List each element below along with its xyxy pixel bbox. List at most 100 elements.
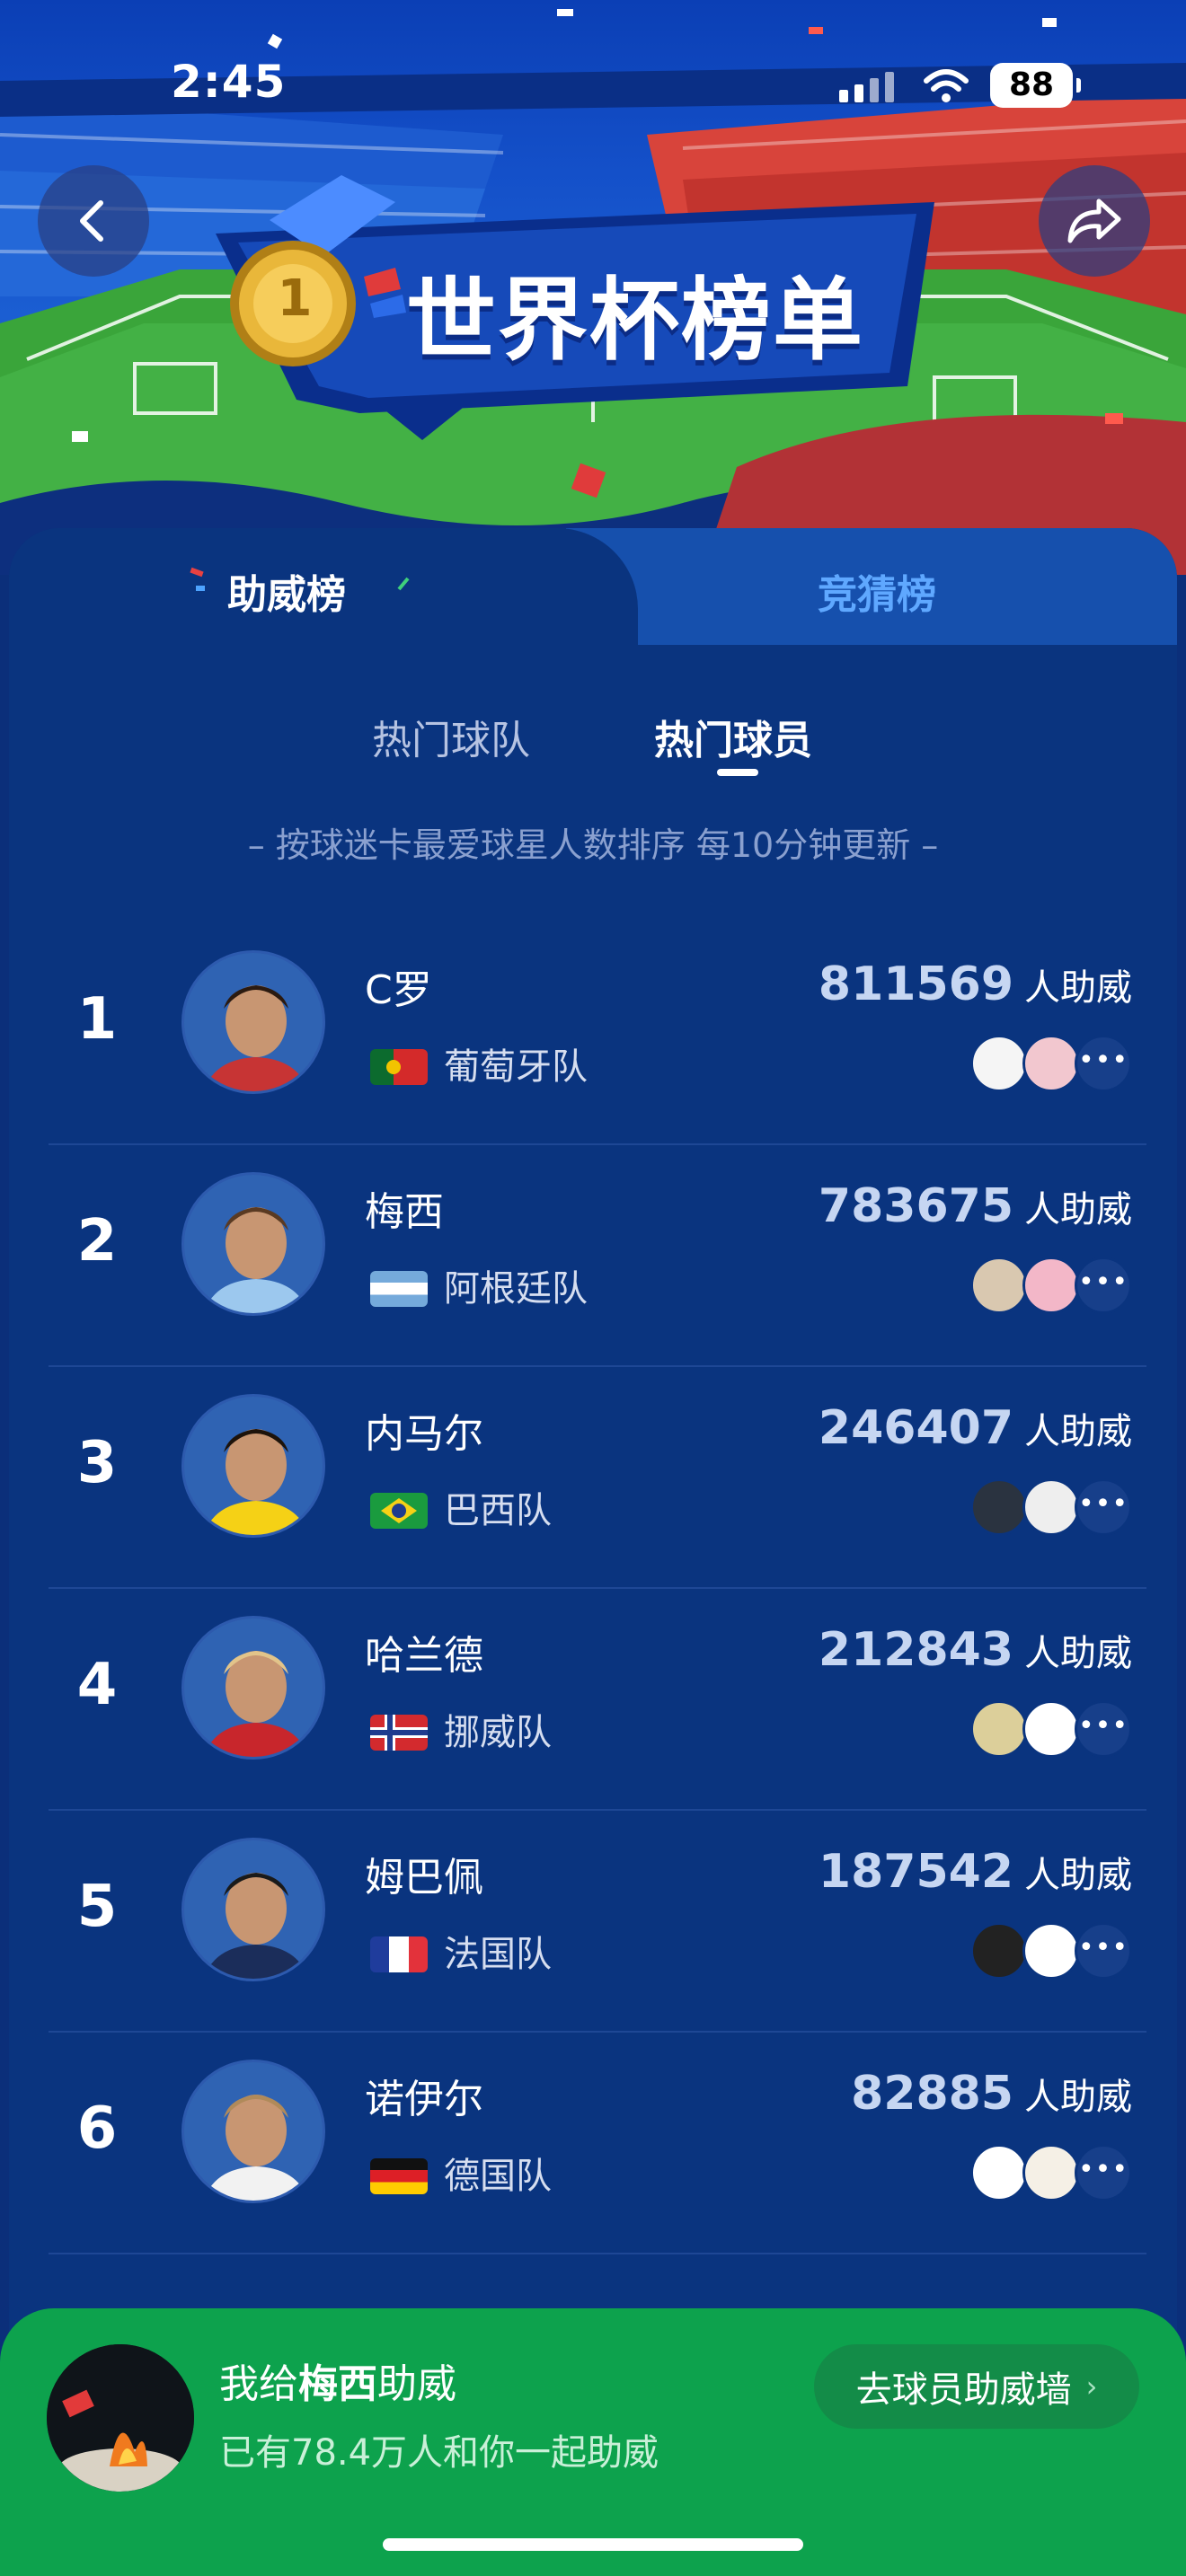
- team-flag-icon: [370, 2158, 428, 2194]
- cheer-prefix: 我给: [219, 2361, 298, 2407]
- fan-avatar: [970, 1700, 1028, 1758]
- rank-number: 3: [76, 1430, 118, 1496]
- player-name: 姆巴佩: [365, 1855, 483, 1901]
- team-name: 挪威队: [444, 1712, 552, 1753]
- status-bar: 2:45 88: [0, 0, 1186, 162]
- cheer-suffix: 助威: [377, 2361, 456, 2407]
- vote-count: 212843 人助威: [819, 1623, 1132, 1677]
- player-avatar: [181, 950, 325, 1094]
- tab-accent-icon: [190, 567, 205, 591]
- rank-number: 1: [76, 986, 118, 1053]
- player-avatar: [181, 1616, 325, 1760]
- team-name: 阿根廷队: [444, 1268, 588, 1310]
- fan-avatar: [1022, 1922, 1080, 1980]
- team-flag-icon: [370, 1049, 428, 1085]
- vote-number: 783675: [818, 1179, 1013, 1233]
- fan-avatar: [1022, 1257, 1080, 1314]
- rank-number: 5: [76, 1874, 118, 1940]
- player-avatar: [181, 1838, 325, 1981]
- tab-accent-icon: [397, 577, 410, 591]
- status-time: 2:45: [171, 56, 287, 108]
- fan-avatar: [1022, 1478, 1080, 1536]
- fan-avatar: [1022, 1035, 1080, 1092]
- cheer-bar[interactable]: 我给梅西助威 已有78.4万人和你一起助威 去球员助威墙 ›: [0, 2308, 1186, 2576]
- supporter-avatars[interactable]: •••: [970, 1922, 1132, 1980]
- vote-count: 783675 人助威: [819, 1179, 1132, 1233]
- player-row[interactable]: 2 梅西 阿根廷队 783675 人助威 •••: [49, 1145, 1146, 1367]
- vote-number: 187542: [818, 1845, 1013, 1899]
- subtab-teams[interactable]: 热门球队: [372, 708, 530, 765]
- cheer-text: 我给梅西助威: [219, 2351, 456, 2409]
- player-avatar: [181, 1394, 325, 1538]
- cheer-count: 已有78.4万人和你一起助威: [219, 2432, 659, 2474]
- supporter-avatars[interactable]: •••: [970, 1700, 1132, 1758]
- team-name: 法国队: [444, 1934, 552, 1975]
- team-flag-icon: [370, 1936, 428, 1972]
- fan-avatar: [970, 1478, 1028, 1536]
- team-flag-icon: [370, 1493, 428, 1529]
- player-row[interactable]: 3 内马尔 巴西队 246407 人助威 •••: [49, 1367, 1146, 1589]
- team-flag-icon: [370, 1271, 428, 1307]
- supporter-avatars[interactable]: •••: [970, 1035, 1132, 1092]
- more-icon[interactable]: •••: [1075, 1257, 1132, 1314]
- team-name: 德国队: [444, 2156, 552, 2197]
- fan-avatar: [1022, 2144, 1080, 2201]
- supporter-avatars[interactable]: •••: [970, 2144, 1132, 2201]
- medal-number: 1: [277, 269, 313, 328]
- wifi-icon: [924, 69, 969, 102]
- team-name: 葡萄牙队: [444, 1046, 588, 1088]
- more-icon[interactable]: •••: [1075, 1922, 1132, 1980]
- back-button[interactable]: [38, 165, 149, 277]
- more-icon[interactable]: •••: [1075, 1700, 1132, 1758]
- player-row[interactable]: 4 哈兰德 挪威队 212843 人助威 •••: [49, 1589, 1146, 1811]
- page-title: 世界杯榜单: [406, 268, 864, 373]
- my-avatar: [47, 2344, 194, 2492]
- more-icon[interactable]: •••: [1075, 2144, 1132, 2201]
- fan-avatar: [970, 1922, 1028, 1980]
- battery-indicator: 88: [990, 63, 1081, 108]
- vote-suffix: 人助威: [1024, 1411, 1132, 1452]
- tab-cheer[interactable]: 助威榜: [227, 562, 346, 620]
- cheer-wall-button[interactable]: 去球员助威墙 ›: [814, 2344, 1139, 2429]
- more-icon[interactable]: •••: [1075, 1478, 1132, 1536]
- vote-count: 187542 人助威: [819, 1845, 1132, 1899]
- vote-count: 246407 人助威: [819, 1401, 1132, 1455]
- signal-icon: [839, 72, 894, 102]
- player-row[interactable]: 6 诺伊尔 德国队 82885 人助威 •••: [49, 2033, 1146, 2254]
- rank-number: 6: [76, 2095, 118, 2162]
- cheer-wall-label: 去球员助威墙: [855, 2369, 1072, 2411]
- vote-suffix: 人助威: [1024, 2077, 1132, 2118]
- vote-suffix: 人助威: [1024, 967, 1132, 1009]
- tab-guess[interactable]: 竞猜榜: [818, 562, 936, 620]
- cheer-player: 梅西: [298, 2361, 377, 2407]
- player-list: 1 C罗 葡萄牙队 811569 人助威 ••• 2 梅西 阿根廷队 78367…: [49, 923, 1146, 2254]
- home-indicator[interactable]: [383, 2538, 803, 2551]
- supporter-avatars[interactable]: •••: [970, 1257, 1132, 1314]
- vote-number: 811569: [818, 957, 1013, 1011]
- player-name: 梅西: [365, 1189, 444, 1235]
- more-icon[interactable]: •••: [1075, 1035, 1132, 1092]
- main-tabs: 助威榜 竞猜榜: [9, 528, 1177, 663]
- back-icon: [80, 200, 103, 242]
- team-flag-icon: [370, 1715, 428, 1751]
- player-avatar: [181, 2060, 325, 2203]
- share-icon: [1067, 198, 1121, 243]
- vote-count: 811569 人助威: [819, 957, 1132, 1011]
- subtab-indicator: [717, 769, 758, 776]
- vote-suffix: 人助威: [1024, 1189, 1132, 1231]
- player-row[interactable]: 1 C罗 葡萄牙队 811569 人助威 •••: [49, 923, 1146, 1145]
- share-button[interactable]: [1039, 165, 1150, 277]
- subtab-players[interactable]: 热门球员: [654, 708, 812, 765]
- vote-count: 82885 人助威: [851, 2067, 1132, 2121]
- sub-tabs: 热门球队 热门球员: [9, 708, 1177, 780]
- player-name: C罗: [365, 967, 432, 1013]
- player-row[interactable]: 5 姆巴佩 法国队 187542 人助威 •••: [49, 1811, 1146, 2033]
- vote-number: 82885: [851, 2067, 1013, 2121]
- supporter-avatars[interactable]: •••: [970, 1478, 1132, 1536]
- fan-avatar: [970, 1257, 1028, 1314]
- player-name: 内马尔: [365, 1411, 483, 1457]
- player-avatar: [181, 1172, 325, 1316]
- player-name: 哈兰德: [365, 1633, 483, 1679]
- vote-number: 246407: [818, 1401, 1013, 1455]
- team-name: 巴西队: [444, 1490, 552, 1531]
